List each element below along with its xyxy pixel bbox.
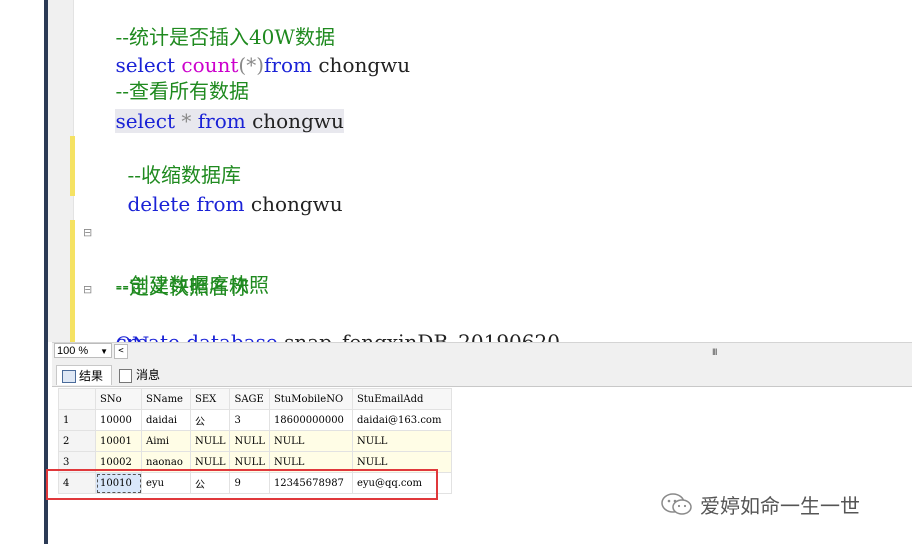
code-line[interactable]: --统计是否插入40W数据 [90,0,335,49]
horizontal-scrollbar[interactable]: 100 % ▼ < III [52,342,912,361]
tab-label: 结果 [79,369,104,383]
column-header[interactable]: SNo [95,388,142,410]
code-identifier: chongwu [252,109,344,133]
column-header[interactable]: SAGE [229,388,270,410]
watermark: 爱婷如命一生一世 [660,490,860,518]
code-line[interactable]: ⊟ create database snap_fengxinDB_2019062… [83,277,560,342]
column-header[interactable]: SName [141,388,191,410]
zoom-select[interactable]: 100 % ▼ [54,343,112,358]
code-line[interactable]: ON [90,305,149,342]
code-identifier: chongwu [250,192,343,216]
code-identifier: chongwu [318,53,411,77]
code-keyword: select [115,109,176,133]
grid-cell[interactable]: NULL [268,430,353,452]
code-line-selected[interactable]: select * from chongwu [90,82,344,133]
grid-cell[interactable]: 3 [229,409,270,431]
grid-cell[interactable]: NULL [351,430,452,452]
results-tabbar: 结果 消息 [52,360,912,387]
table-row[interactable]: 2 10001 Aimi NULL NULL NULL NULL [58,430,452,452]
grid-cell[interactable]: 10001 [95,430,142,452]
grid-icon [62,370,76,383]
code-keyword: database [186,330,278,342]
column-header[interactable]: SEX [189,388,231,410]
chevron-down-icon: ▼ [100,347,108,356]
code-line[interactable]: ⊟ --创建数据库快照 [83,220,269,297]
grid-cell[interactable]: 公 [189,409,231,431]
change-marker [70,220,75,342]
row-number[interactable]: 1 [58,409,96,431]
code-line[interactable]: --收缩数据库 [102,136,241,187]
scroll-left-arrow: < [118,346,124,356]
grid-cell[interactable]: NULL [229,430,270,452]
code-line[interactable]: --查看所有数据 [90,52,249,103]
code-keyword: from [196,192,245,216]
scroll-left-button[interactable]: < [114,344,128,359]
tab-results[interactable]: 结果 [56,365,112,385]
tab-messages[interactable]: 消息 [114,365,172,385]
grid-cell[interactable]: NULL [189,430,231,452]
watermark-text: 爱婷如命一生一世 [700,493,860,518]
wechat-icon [660,492,694,516]
grid-cell[interactable]: 10000 [95,409,142,431]
row-header-corner[interactable] [58,388,96,410]
grid-cell[interactable]: daidai [141,409,191,431]
code-keyword: from [197,109,246,133]
code-keyword: from [264,53,312,77]
grid-cell[interactable]: daidai@163.com [351,409,452,431]
fold-toggle-icon[interactable]: ⊟ [83,277,92,303]
code-line[interactable]: select count(*)from chongwu [90,26,410,77]
grid-cell[interactable]: Aimi [141,430,191,452]
scrollbar-thumb[interactable]: III [712,347,717,357]
tab-label: 消息 [136,368,161,382]
messages-icon [119,369,132,383]
table-row[interactable]: 1 10000 daidai 公 3 18600000000 daidai@16… [58,409,452,431]
zoom-value: 100 % [57,345,89,357]
sql-editor[interactable]: --统计是否插入40W数据 select count(*)from chongw… [76,0,912,342]
code-keyword: ON [115,332,149,342]
highlight-box [46,469,438,500]
column-header[interactable]: StuEmailAdd [351,388,452,410]
code-operator: * [181,109,192,133]
column-header[interactable]: StuMobileNO [268,388,353,410]
code-line[interactable]: delete from chongwu [102,165,342,216]
grid-cell[interactable]: 18600000000 [268,409,353,431]
change-marker [70,136,75,196]
row-number[interactable]: 2 [58,430,96,452]
code-line[interactable]: --定义快照名称 [90,248,249,299]
code-keyword: delete [127,192,191,216]
fold-toggle-icon[interactable]: ⊟ [83,220,92,246]
grid-header-row: SNo SName SEX SAGE StuMobileNO StuEmailA… [58,388,452,410]
code-identifier: snap_fengxinDB_20190620 [284,330,560,342]
